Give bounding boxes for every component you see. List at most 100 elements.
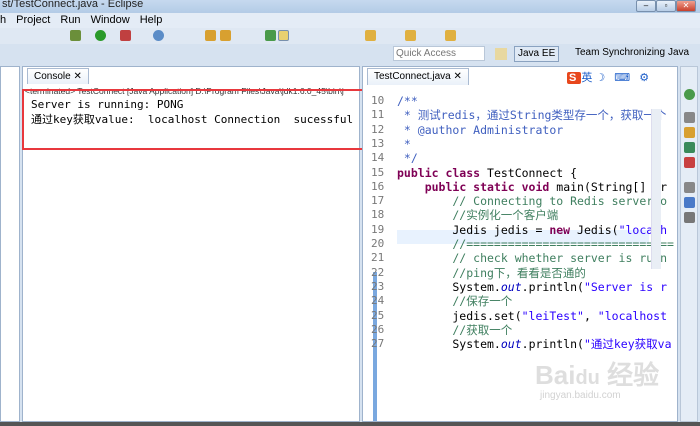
code-token: //实例化一个客户端 — [397, 208, 559, 223]
code-line: public class TestConnect { — [397, 166, 577, 180]
code-line: //ping下，看看是否通的 — [397, 266, 586, 280]
code-line: // Connecting to Redis server o — [397, 194, 667, 208]
line-number: 21 — [371, 251, 385, 265]
code-token: "localhost — [597, 308, 668, 323]
line-number: 23 — [371, 279, 385, 293]
outline-view-icon[interactable] — [684, 197, 695, 208]
code-line: //保存一个 — [397, 294, 512, 308]
pin-icon[interactable] — [684, 182, 695, 193]
code-token: // Connecting to Redis server o — [397, 194, 668, 209]
menu-project[interactable]: Project — [16, 13, 50, 28]
code-token: "通过key获取va — [583, 337, 672, 352]
code-line: // check whether server is runn — [397, 251, 667, 265]
right-trim-toolbar — [680, 66, 698, 422]
line-number: 26 — [371, 322, 385, 336]
code-token: // check whether server is runn — [397, 251, 668, 266]
quick-access-input[interactable]: Quick Access — [393, 46, 485, 61]
open-type-icon[interactable] — [205, 30, 216, 41]
code-token: System. — [397, 337, 501, 352]
editor-scrollbar[interactable] — [651, 109, 661, 269]
line-number: 25 — [371, 308, 385, 322]
line-number: 22 — [371, 265, 385, 279]
baidu-watermark-logo: Baidu 经验 — [535, 360, 660, 390]
console-tab[interactable]: Console ✕ — [27, 68, 89, 84]
menu-run[interactable]: Run — [60, 13, 80, 28]
code-line: jedis.set("leiTest", "localhost — [397, 309, 667, 323]
code-line: */ — [397, 151, 418, 165]
code-line: * — [397, 137, 411, 151]
line-number: 12 — [371, 122, 385, 136]
code-line: public static void main(String[] ar — [397, 180, 667, 194]
line-number: 15 — [371, 165, 385, 179]
perspective-java[interactable]: Java — [665, 46, 692, 62]
code-token: * @author Administrator — [397, 122, 564, 137]
line-number: 14 — [371, 151, 385, 165]
code-token: out — [500, 337, 522, 352]
menu-search[interactable]: h — [0, 13, 6, 28]
code-token: "Server is r — [583, 279, 668, 294]
code-token: TestConnect { — [487, 165, 578, 180]
line-number: 18 — [371, 208, 385, 222]
code-token: .println( — [521, 337, 584, 352]
code-line: //============================== — [397, 237, 674, 251]
line-number: 16 — [371, 179, 385, 193]
debug-icon[interactable] — [70, 30, 81, 41]
hierarchy-icon[interactable] — [684, 142, 695, 153]
code-token: */ — [397, 151, 418, 166]
code-token: //获取一个 — [397, 322, 513, 337]
code-line: System.out.println("通过key获取va — [397, 337, 672, 352]
minimize-button[interactable]: – — [636, 0, 656, 12]
code-token: * 测试redis，通过String类型存一个，获取一个 — [397, 108, 667, 123]
window-title: st/TestConnect.java - Eclipse — [2, 0, 144, 10]
line-number: 24 — [371, 294, 385, 308]
perspective-team-sync[interactable]: Team Synchronizing — [572, 46, 668, 62]
minimized-panel — [0, 66, 20, 422]
next-annotation-icon[interactable] — [365, 30, 376, 41]
menu-window[interactable]: Window — [91, 13, 130, 28]
back-icon[interactable] — [405, 30, 416, 41]
line-number: 13 — [371, 136, 385, 150]
perspective-java-ee[interactable]: Java EE — [514, 46, 560, 62]
junit-icon[interactable] — [684, 157, 695, 168]
code-token: jedis.set( — [397, 308, 522, 323]
line-number: 20 — [371, 237, 385, 250]
external-tools-icon[interactable] — [120, 30, 131, 41]
code-line: //实例化一个客户端 — [397, 208, 558, 222]
code-token: , — [583, 308, 598, 323]
code-token: //ping下，看看是否通的 — [397, 265, 586, 280]
code-token: "leiTest" — [521, 308, 584, 323]
code-token: * — [397, 136, 411, 151]
sogou-ime-toolbar[interactable]: S 英☽ ⌨ ⚙ — [567, 69, 652, 85]
bottom-border — [0, 422, 700, 426]
open-task-icon[interactable] — [220, 30, 231, 41]
console-minimized-icon[interactable] — [684, 212, 695, 223]
code-line: /** — [397, 94, 418, 108]
code-line: * @author Administrator — [397, 123, 563, 137]
code-line: * 测试redis，通过String类型存一个，获取一个 — [397, 108, 667, 123]
maximize-button[interactable]: ▫ — [656, 0, 676, 12]
line-number: 11 — [371, 108, 385, 122]
outline-icon[interactable] — [684, 112, 695, 123]
baidu-watermark-url: jingyan.baidu.com — [540, 390, 621, 401]
new-server-icon[interactable] — [153, 30, 164, 41]
code-token: Jedis( — [577, 222, 619, 237]
code-line: System.out.println("Server is r — [397, 280, 667, 294]
highlight-icon[interactable] — [278, 30, 289, 41]
close-button[interactable]: ✕ — [676, 0, 696, 12]
code-token: /** — [397, 94, 418, 108]
toggle-mark-icon[interactable] — [265, 30, 276, 41]
run-icon[interactable] — [95, 30, 106, 41]
editor-tab-testconnect[interactable]: TestConnect.java ✕ — [367, 68, 469, 85]
tasks-icon[interactable] — [684, 127, 695, 138]
code-token: //============================== — [397, 237, 674, 251]
forward-icon[interactable] — [445, 30, 456, 41]
code-token: //保存一个 — [397, 294, 513, 309]
servers-icon[interactable] — [684, 89, 695, 100]
code-token: Jedis jedis = — [397, 222, 550, 237]
code-line: Jedis jedis = new Jedis("localh — [397, 223, 667, 237]
open-perspective-icon[interactable] — [495, 48, 507, 60]
menu-help[interactable]: Help — [140, 13, 163, 28]
highlight-annotation-box — [22, 89, 366, 150]
code-token: public static void — [424, 179, 557, 194]
